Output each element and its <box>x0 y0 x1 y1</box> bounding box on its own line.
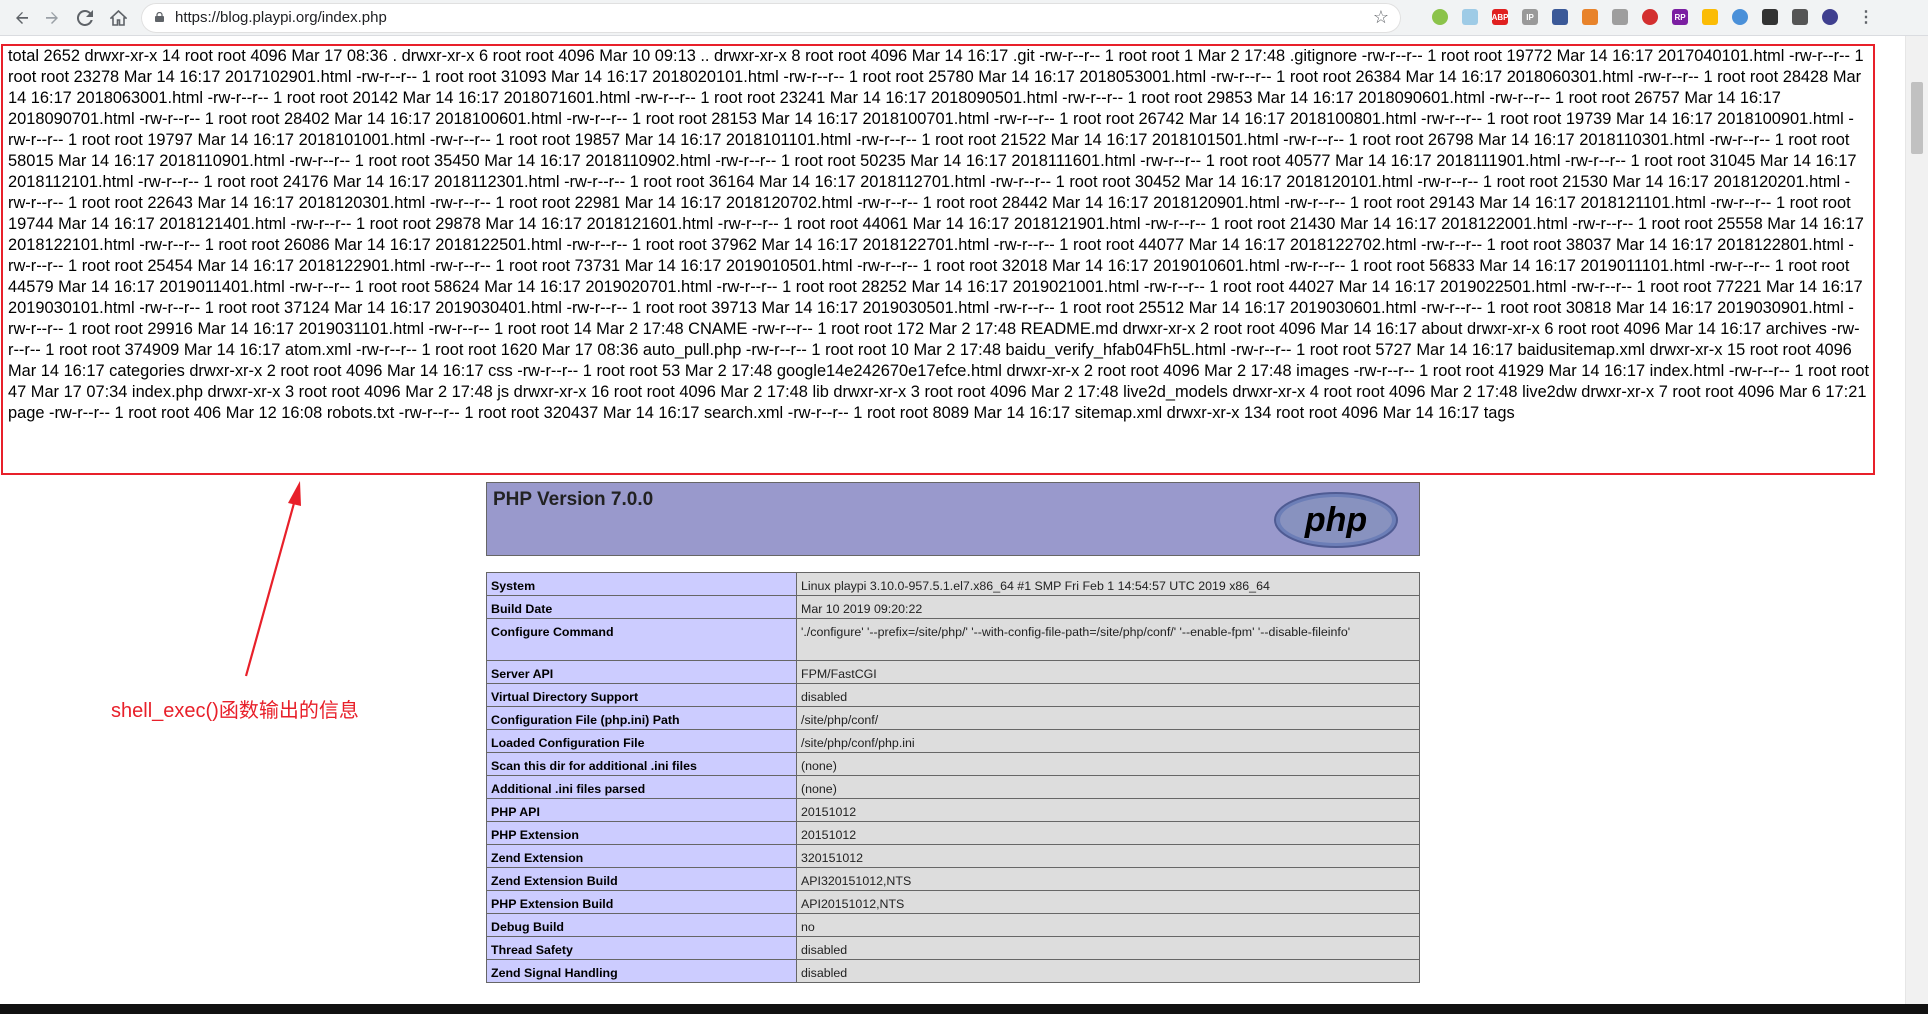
ip-extension-icon[interactable]: IP <box>1522 9 1538 25</box>
adblock-plus-extension-icon[interactable]: ABP <box>1492 9 1508 25</box>
back-icon[interactable] <box>10 6 34 30</box>
annotation-label: shell_exec()函数输出的信息 <box>111 700 359 722</box>
phpinfo-row: Server API FPM/FastCGI <box>486 660 1420 684</box>
phpinfo-row-label: Configure Command <box>486 618 797 661</box>
phpinfo-row-label: Debug Build <box>486 913 797 937</box>
phpinfo-row: Loaded Configuration File/site/php/conf/… <box>486 729 1420 753</box>
gear-extension-icon[interactable] <box>1792 9 1808 25</box>
phpinfo-row-value: no <box>796 913 1420 937</box>
phpinfo-row: Additional .ini files parsed (none) <box>486 775 1420 799</box>
phpinfo-row-value: disabled <box>796 936 1420 960</box>
phpinfo-row: Scan this dir for additional .ini files(… <box>486 752 1420 776</box>
phpinfo-row-label: PHP Extension <box>486 821 797 845</box>
phpinfo-row-value: FPM/FastCGI <box>796 660 1420 684</box>
square-extension-icon[interactable] <box>1552 9 1568 25</box>
phpinfo-header: PHP Version 7.0.0 php <box>486 482 1420 556</box>
page-scrollbar[interactable] <box>1905 36 1928 1004</box>
phpinfo-row-value: API320151012,NTS <box>796 867 1420 891</box>
phpinfo-row-value: 20151012 <box>796 798 1420 822</box>
purple-dot-extension-icon[interactable] <box>1822 9 1838 25</box>
phpinfo-row: Virtual Directory Support disabled <box>486 683 1420 707</box>
phpinfo-table: System Linux playpi 3.10.0-957.5.1.el7.x8… <box>486 572 1420 983</box>
forward-icon[interactable] <box>40 6 64 30</box>
parachute-extension-icon[interactable] <box>1612 9 1628 25</box>
url-text[interactable]: https://blog.playpi.org/index.php <box>175 9 387 26</box>
phpinfo-row: Thread Safety disabled <box>486 936 1420 960</box>
reload-icon[interactable] <box>73 6 97 30</box>
phpinfo-row: PHP API 20151012 <box>486 798 1420 822</box>
phpinfo-row-label: Additional .ini files parsed <box>486 775 797 799</box>
phpinfo-row-value: /site/php/conf/ <box>796 706 1420 730</box>
phpinfo-row-value: 320151012 <box>796 844 1420 868</box>
php-logo-text: php <box>1304 501 1367 539</box>
phpinfo-row-value: (none) <box>796 752 1420 776</box>
phpinfo-row: Zend Signal Handling disabled <box>486 959 1420 983</box>
phpinfo-row-label: Server API <box>486 660 797 684</box>
phpinfo-row: Zend Extension 320151012 <box>486 844 1420 868</box>
phpinfo-row-label: Virtual Directory Support <box>486 683 797 707</box>
chrome-extension-icon[interactable] <box>1702 9 1718 25</box>
taskbar-strip <box>0 1004 1928 1014</box>
phpinfo-row: Configuration File (php.ini) Path/site/p… <box>486 706 1420 730</box>
phpinfo-row: Build Date Mar 10 2019 09:20:22 <box>486 595 1420 619</box>
phpinfo-row-value: API20151012,NTS <box>796 890 1420 914</box>
shell-output-text: total 2652 drwxr-xr-x 14 root root 4096 … <box>8 47 1870 422</box>
phpinfo-row-label: Loaded Configuration File <box>486 729 797 753</box>
phpinfo-row: Debug Build no <box>486 913 1420 937</box>
menu-icon[interactable]: ⋮ <box>1858 9 1874 26</box>
lock-icon <box>155 12 164 22</box>
phpinfo-row-label: Thread Safety <box>486 936 797 960</box>
green-dot-extension-icon[interactable] <box>1432 9 1448 25</box>
phpinfo-row-label: System <box>486 572 797 596</box>
phpinfo-row-label: Scan this dir for additional .ini files <box>486 752 797 776</box>
phpinfo-row-value: './configure' '--prefix=/site/php/' '--w… <box>796 618 1420 661</box>
browser-toolbar: https://blog.playpi.org/index.php ☆ ABP I… <box>0 0 1928 36</box>
phpinfo-row-value: /site/php/conf/php.ini <box>796 729 1420 753</box>
phpinfo-row-value: Mar 10 2019 09:20:22 <box>796 595 1420 619</box>
phpinfo-row-value: disabled <box>796 959 1420 983</box>
dark-square-extension-icon[interactable] <box>1762 9 1778 25</box>
phpinfo-row-label: Zend Extension <box>486 844 797 868</box>
phpinfo-row-value: disabled <box>796 683 1420 707</box>
home-icon[interactable] <box>106 6 130 30</box>
blue-circle-extension-icon[interactable] <box>1732 9 1748 25</box>
cloud-extension-icon[interactable] <box>1462 9 1478 25</box>
phpinfo-row: System Linux playpi 3.10.0-957.5.1.el7.x8… <box>486 572 1420 596</box>
bookmark-star-icon[interactable]: ☆ <box>1373 7 1389 28</box>
phpinfo-row-label: Zend Signal Handling <box>486 959 797 983</box>
rp-extension-icon[interactable]: RP <box>1672 9 1688 25</box>
phpinfo-row-label: Zend Extension Build <box>486 867 797 891</box>
phpinfo-row-label: PHP Extension Build <box>486 890 797 914</box>
scrollbar-thumb[interactable] <box>1911 82 1923 154</box>
php-logo-icon: php <box>1274 492 1398 548</box>
fox-extension-icon[interactable] <box>1582 9 1598 25</box>
php-version-title: PHP Version 7.0.0 <box>493 489 654 510</box>
phpinfo-row-label: PHP API <box>486 798 797 822</box>
phpinfo-row-value: 20151012 <box>796 821 1420 845</box>
phpinfo-row-value: Linux playpi 3.10.0-957.5.1.el7.x86_64 #… <box>796 572 1420 596</box>
phpinfo-row: PHP Extension Build API20151012,NTS <box>486 890 1420 914</box>
address-bar[interactable]: https://blog.playpi.org/index.php ☆ <box>141 3 1401 33</box>
phpinfo-row-label: Build Date <box>486 595 797 619</box>
phpinfo-row-label: Configuration File (php.ini) Path <box>486 706 797 730</box>
red-circle-extension-icon[interactable] <box>1642 9 1658 25</box>
phpinfo-row: Configure Command './configure' '--prefix… <box>486 618 1420 661</box>
phpinfo-row: Zend Extension Build API320151012,NTS <box>486 867 1420 891</box>
phpinfo-row: PHP Extension 20151012 <box>486 821 1420 845</box>
phpinfo-row-value: (none) <box>796 775 1420 799</box>
